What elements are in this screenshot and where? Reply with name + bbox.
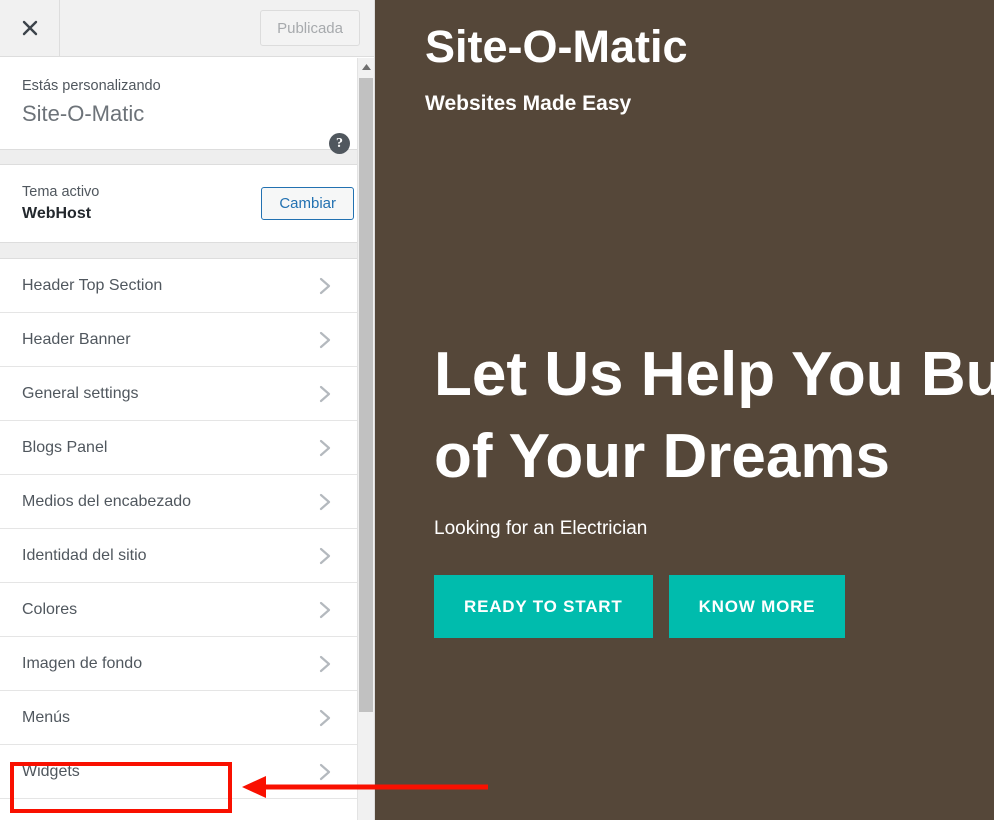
- publish-button-wrap: Publicada: [260, 0, 374, 56]
- sidebar-item-label: Header Banner: [22, 330, 131, 348]
- hero-heading-line-1: Let Us Help You Build the Website: [434, 340, 994, 409]
- sidebar-item-header-banner[interactable]: Header Banner: [0, 313, 374, 368]
- sidebar-item-label: Imagen de fondo: [22, 654, 143, 672]
- close-icon: [22, 20, 37, 36]
- sidebar-item-label: Identidad del sitio: [22, 546, 147, 564]
- sidebar-item-label: Menús: [22, 708, 71, 726]
- preview-site-tagline: Websites Made Easy: [425, 92, 632, 115]
- customizer-toolbar: Publicada: [0, 0, 374, 57]
- sidebar-item-label: General settings: [22, 384, 139, 402]
- hero-heading: Let Us Help You Build the Website of You…: [434, 334, 994, 498]
- customizer-screen: Publicada Estás personalizando Site-O-Ma…: [0, 0, 994, 820]
- help-icon[interactable]: ?: [329, 133, 350, 154]
- sidebar-item-label: Blogs Panel: [22, 438, 108, 456]
- sidebar-scrollbar-thumb[interactable]: [359, 78, 373, 712]
- sidebar-item-colores[interactable]: Colores: [0, 583, 374, 638]
- sidebar-item-label: Colores: [22, 600, 78, 618]
- customizer-sections-list: Header Top Section Header Banner General s…: [0, 259, 374, 800]
- hero-subtext: Looking for an Electrician: [434, 518, 648, 539]
- active-theme-name: WebHost: [22, 204, 92, 222]
- customizer-sidebar: Publicada Estás personalizando Site-O-Ma…: [0, 0, 375, 820]
- sidebar-item-identidad-del-sitio[interactable]: Identidad del sitio: [0, 529, 374, 584]
- panel-divider-sections: [0, 243, 374, 260]
- close-customizer-button[interactable]: [0, 0, 60, 56]
- customizing-site-name: Site-O-Matic: [22, 100, 145, 126]
- preview-site-title: Site-O-Matic: [425, 21, 688, 72]
- chevron-up-icon: [361, 63, 371, 70]
- sidebar-item-header-top-section[interactable]: Header Top Section: [0, 259, 374, 314]
- chevron-right-icon: [319, 709, 331, 726]
- sidebar-item-widgets[interactable]: Widgets: [0, 745, 374, 800]
- chevron-right-icon: [319, 763, 331, 780]
- chevron-right-icon: [319, 493, 331, 510]
- sidebar-item-label: Widgets: [22, 762, 80, 780]
- sidebar-item-menús[interactable]: Menús: [0, 691, 374, 746]
- customizing-eyebrow: Estás personalizando: [22, 78, 161, 94]
- active-theme-texts: Tema activo WebHost: [22, 183, 261, 224]
- panel-divider-top: [0, 150, 374, 166]
- chevron-right-icon: [319, 385, 331, 402]
- customizing-info: Estás personalizando Site-O-Matic ?: [0, 57, 374, 154]
- chevron-right-icon: [319, 439, 331, 456]
- sidebar-item-label: Header Top Section: [22, 276, 163, 294]
- sidebar-item-label: Medios del encabezado: [22, 492, 192, 510]
- scroll-up-button[interactable]: [358, 58, 374, 75]
- chevron-right-icon: [319, 601, 331, 618]
- hero-cta-group: READY TO START KNOW MORE: [434, 575, 846, 638]
- chevron-right-icon: [319, 547, 331, 564]
- sidebar-scrollbar[interactable]: [357, 58, 374, 820]
- ready-to-start-button[interactable]: READY TO START: [434, 575, 653, 638]
- chevron-right-icon: [319, 277, 331, 294]
- publish-button[interactable]: Publicada: [260, 10, 360, 46]
- sidebar-item-imagen-de-fondo[interactable]: Imagen de fondo: [0, 637, 374, 692]
- sidebar-item-general-settings[interactable]: General settings: [0, 367, 374, 422]
- know-more-button[interactable]: KNOW MORE: [668, 575, 846, 638]
- change-theme-button[interactable]: Cambiar: [261, 187, 354, 221]
- hero-heading-line-2: of Your Dreams: [434, 421, 890, 491]
- site-preview[interactable]: Site-O-Matic Websites Made Easy Let Us H…: [375, 0, 994, 820]
- chevron-right-icon: [319, 331, 331, 348]
- sidebar-item-medios-del-encabezado[interactable]: Medios del encabezado: [0, 475, 374, 530]
- chevron-right-icon: [319, 655, 331, 672]
- active-theme-row: Tema activo WebHost Cambiar: [0, 165, 374, 244]
- sidebar-item-blogs-panel[interactable]: Blogs Panel: [0, 421, 374, 476]
- active-theme-label: Tema activo: [22, 184, 100, 201]
